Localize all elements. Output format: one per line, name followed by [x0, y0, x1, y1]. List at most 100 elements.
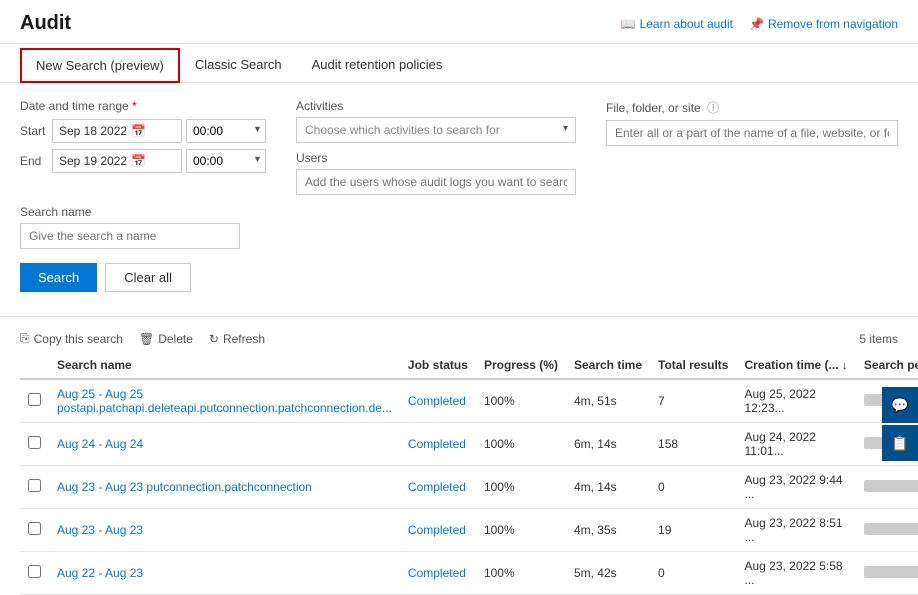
- search-name-input[interactable]: [20, 223, 240, 249]
- row-search-name[interactable]: Aug 24 - Aug 24: [49, 423, 400, 466]
- file-section: File, folder, or site ⓘ: [606, 99, 898, 146]
- row-job-status: Completed: [400, 423, 476, 466]
- table-body: Aug 25 - Aug 25 postapi.patchapi.deletea…: [20, 379, 918, 595]
- remove-from-nav-link[interactable]: 📌 Remove from navigation: [749, 17, 898, 31]
- row-total-results: 0: [650, 466, 736, 509]
- users-input[interactable]: [296, 169, 576, 195]
- search-name-section: Search name: [20, 205, 898, 249]
- row-search-name[interactable]: Aug 25 - Aug 25 postapi.patchapi.deletea…: [49, 379, 400, 423]
- row-checkbox[interactable]: [28, 522, 41, 535]
- start-time-select[interactable]: 00:00: [186, 119, 266, 143]
- toolbar-left: ⎘ Copy this search 🗑 Delete ↻ Refresh: [20, 331, 265, 346]
- items-count: 5 items: [859, 332, 898, 346]
- row-creation-time: Aug 23, 2022 8:51 ...: [736, 509, 855, 552]
- row-performed-by: [856, 509, 918, 552]
- top-links: 📖 Learn about audit 📌 Remove from naviga…: [621, 17, 898, 31]
- table-header-row: Search name Job status Progress (%) Sear…: [20, 352, 918, 379]
- start-date-input[interactable]: Sep 18 2022 📅: [52, 119, 182, 143]
- calendar-icon-end: 📅: [131, 154, 146, 168]
- header-search-time: Search time: [566, 352, 650, 379]
- row-creation-time: Aug 25, 2022 12:23...: [736, 379, 855, 423]
- delete-icon: 🗑: [139, 332, 154, 346]
- refresh-action[interactable]: ↻ Refresh: [209, 331, 265, 346]
- row-checkbox-cell[interactable]: [20, 379, 49, 423]
- copy-search-action[interactable]: ⎘ Copy this search: [20, 331, 123, 346]
- row-checkbox-cell[interactable]: [20, 466, 49, 509]
- unpin-icon: 📌: [749, 17, 764, 31]
- calendar-icon: 📅: [131, 124, 146, 138]
- feedback-button[interactable]: 📋: [882, 425, 918, 461]
- row-job-status: Completed: [400, 509, 476, 552]
- row-search-time: 4m, 35s: [566, 509, 650, 552]
- search-name-link[interactable]: Aug 24 - Aug 24: [57, 437, 143, 451]
- book-icon: 📖: [621, 17, 636, 31]
- search-name-link[interactable]: Aug 23 - Aug 23: [57, 523, 143, 537]
- row-creation-time: Aug 24, 2022 11:01...: [736, 423, 855, 466]
- divider: [0, 316, 918, 317]
- search-name-link[interactable]: Aug 23 - Aug 23 putconnection.patchconne…: [57, 480, 312, 494]
- table-row: Aug 22 - Aug 23 Completed 100% 5m, 42s 0…: [20, 552, 918, 595]
- feedback-icon: 📋: [891, 435, 908, 452]
- chat-icon: 💬: [891, 397, 908, 414]
- header-checkbox-cell: [20, 352, 49, 379]
- row-checkbox-cell[interactable]: [20, 552, 49, 595]
- tab-retention-policies[interactable]: Audit retention policies: [297, 48, 458, 83]
- header-total-results: Total results: [650, 352, 736, 379]
- row-search-name[interactable]: Aug 23 - Aug 23 putconnection.patchconne…: [49, 466, 400, 509]
- clear-button[interactable]: Clear all: [105, 263, 191, 292]
- activities-select[interactable]: Choose which activities to search for: [296, 117, 576, 143]
- end-time-select[interactable]: 00:00: [186, 149, 266, 173]
- row-checkbox[interactable]: [28, 436, 41, 449]
- row-checkbox[interactable]: [28, 393, 41, 406]
- row-search-time: 4m, 14s: [566, 466, 650, 509]
- row-job-status: Completed: [400, 466, 476, 509]
- header-creation-time[interactable]: Creation time (... ↓: [736, 352, 855, 379]
- row-progress: 100%: [476, 552, 566, 595]
- row-total-results: 7: [650, 379, 736, 423]
- tab-classic-search[interactable]: Classic Search: [180, 48, 297, 83]
- row-progress: 100%: [476, 423, 566, 466]
- info-icon: ⓘ: [707, 101, 719, 115]
- row-checkbox[interactable]: [28, 565, 41, 578]
- tab-bar: New Search (preview) Classic Search Audi…: [0, 48, 918, 83]
- activities-label: Activities: [296, 99, 576, 113]
- search-button[interactable]: Search: [20, 263, 97, 292]
- table-row: Aug 23 - Aug 23 putconnection.patchconne…: [20, 466, 918, 509]
- search-name-link[interactable]: Aug 22 - Aug 23: [57, 566, 143, 580]
- delete-action[interactable]: 🗑 Delete: [139, 331, 193, 346]
- end-date-input[interactable]: Sep 19 2022 📅: [52, 149, 182, 173]
- end-label: End: [20, 154, 48, 168]
- row-progress: 100%: [476, 466, 566, 509]
- tab-new-search[interactable]: New Search (preview): [20, 48, 180, 83]
- row-search-name[interactable]: Aug 22 - Aug 23: [49, 552, 400, 595]
- toolbar: ⎘ Copy this search 🗑 Delete ↻ Refresh 5 …: [0, 325, 918, 352]
- search-name-label: Search name: [20, 205, 898, 219]
- search-name-link[interactable]: Aug 25 - Aug 25 postapi.patchapi.deletea…: [57, 387, 392, 415]
- row-search-time: 4m, 51s: [566, 379, 650, 423]
- start-label: Start: [20, 124, 48, 138]
- file-label: File, folder, or site ⓘ: [606, 99, 898, 116]
- row-total-results: 158: [650, 423, 736, 466]
- row-checkbox[interactable]: [28, 479, 41, 492]
- page-title: Audit: [20, 12, 71, 35]
- row-search-time: 6m, 14s: [566, 423, 650, 466]
- start-time-wrapper: 00:00 ▾: [186, 119, 266, 143]
- table-row: Aug 23 - Aug 23 Completed 100% 4m, 35s 1…: [20, 509, 918, 552]
- learn-about-audit-link[interactable]: 📖 Learn about audit: [621, 17, 733, 31]
- copy-icon: ⎘: [20, 331, 30, 346]
- row-progress: 100%: [476, 509, 566, 552]
- header-performed-by: Search performed by: [856, 352, 918, 379]
- row-performed-by: [856, 466, 918, 509]
- button-row: Search Clear all: [20, 263, 898, 292]
- header-job-status: Job status: [400, 352, 476, 379]
- top-bar: Audit 📖 Learn about audit 📌 Remove from …: [0, 0, 918, 44]
- row-total-results: 0: [650, 552, 736, 595]
- row-job-status: Completed: [400, 379, 476, 423]
- refresh-icon: ↻: [209, 332, 219, 346]
- row-checkbox-cell[interactable]: [20, 423, 49, 466]
- file-input[interactable]: [606, 120, 898, 146]
- chat-button[interactable]: 💬: [882, 387, 918, 423]
- row-progress: 100%: [476, 379, 566, 423]
- row-checkbox-cell[interactable]: [20, 509, 49, 552]
- row-search-name[interactable]: Aug 23 - Aug 23: [49, 509, 400, 552]
